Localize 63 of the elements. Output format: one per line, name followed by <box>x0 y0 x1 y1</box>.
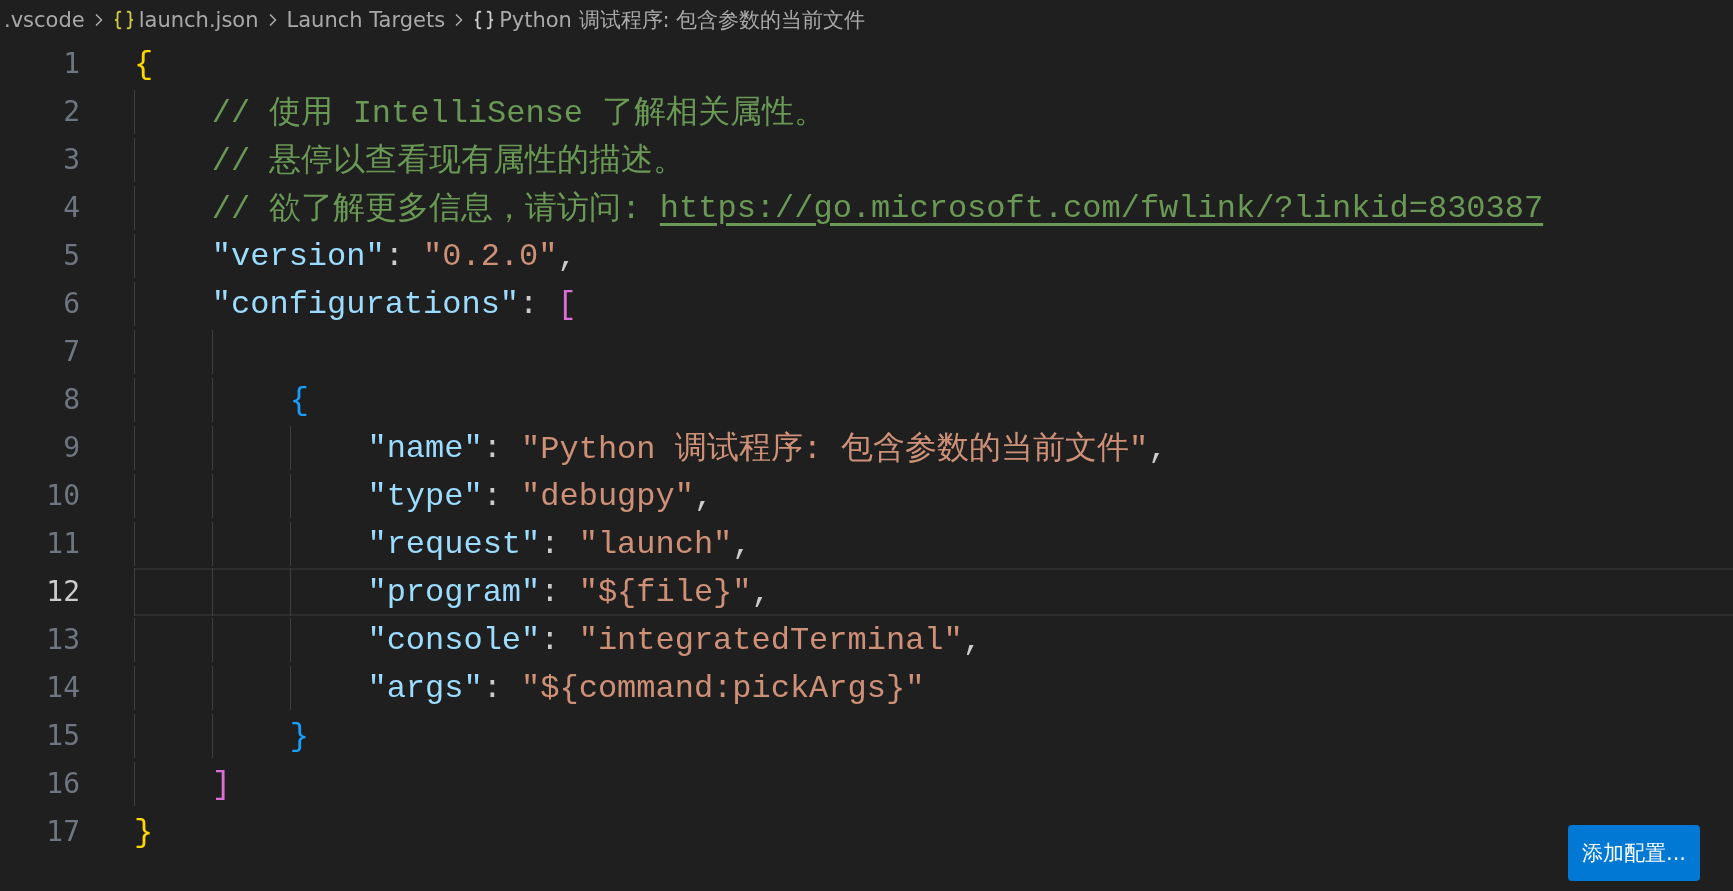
link[interactable]: https://go.microsoft.com/fwlink/?linkid=830387 <box>659 189 1544 227</box>
line-number: 13 <box>45 622 80 658</box>
bracket: ] <box>211 765 231 803</box>
json-string: "${file}" <box>578 573 752 611</box>
line-number: 7 <box>62 334 80 370</box>
json-key: "program" <box>367 573 541 611</box>
punctuation: , <box>751 573 771 611</box>
line-number: 12 <box>45 574 80 610</box>
line-number: 3 <box>62 142 80 178</box>
bracket: { <box>289 381 309 419</box>
line-number: 16 <box>45 766 80 802</box>
punctuation: : <box>482 429 503 467</box>
punctuation: , <box>1148 429 1168 467</box>
line-number: 15 <box>45 718 80 754</box>
json-key: "args" <box>367 669 483 707</box>
breadcrumb-item[interactable]: launch.json <box>138 8 259 32</box>
bracket: } <box>134 813 154 851</box>
json-string: "launch" <box>578 525 733 563</box>
json-string: "integratedTerminal" <box>578 621 963 659</box>
json-key: "console" <box>367 621 541 659</box>
line-number: 9 <box>62 430 80 466</box>
json-string: "${command:pickArgs}" <box>521 669 925 707</box>
json-key: "type" <box>367 477 483 515</box>
braces-icon <box>112 9 135 31</box>
punctuation: , <box>557 237 577 275</box>
line-number: 1 <box>62 46 80 82</box>
bracket: } <box>289 717 309 755</box>
punctuation: : <box>519 285 540 323</box>
add-configuration-button[interactable]: 添加配置... <box>1567 825 1700 881</box>
line-number: 14 <box>45 670 80 706</box>
line-number: 4 <box>62 190 80 226</box>
line-number: 17 <box>45 814 80 850</box>
line-number: 2 <box>62 94 80 130</box>
json-string: "0.2.0" <box>423 237 558 275</box>
json-key: "configurations" <box>211 285 520 323</box>
code-comment: // 悬停以查看现有属性的描述。 <box>211 142 686 182</box>
line-number: 11 <box>45 526 80 562</box>
line-number: 5 <box>62 238 80 274</box>
punctuation: : <box>384 237 405 275</box>
line-number: 8 <box>62 382 80 418</box>
line-number: 6 <box>62 286 80 322</box>
code-comment: // 使用 IntelliSense 了解相关属性。 <box>211 94 827 134</box>
punctuation: : <box>540 573 561 611</box>
json-key: "request" <box>367 525 541 563</box>
json-string: "Python 调试程序: 包含参数的当前文件" <box>521 430 1149 470</box>
json-key: "name" <box>367 429 483 467</box>
bracket: [ <box>557 285 577 323</box>
punctuation: : <box>482 669 503 707</box>
code-comment: // 欲了解更多信息，请访问: <box>211 190 642 230</box>
bracket: { <box>134 45 154 83</box>
punctuation: , <box>732 525 752 563</box>
json-key: "version" <box>211 237 385 275</box>
punctuation: : <box>482 477 503 515</box>
punctuation: : <box>540 525 561 563</box>
punctuation: : <box>540 621 561 659</box>
punctuation: , <box>962 621 982 659</box>
breadcrumb-item[interactable]: .vscode <box>4 8 85 32</box>
line-number: 10 <box>45 478 80 514</box>
breadcrumb-item[interactable]: Python 调试程序: 包含参数的当前文件 <box>499 6 866 34</box>
json-string: "debugpy" <box>521 477 694 515</box>
braces-icon <box>473 9 496 31</box>
breadcrumb-item[interactable]: Launch Targets <box>286 8 446 32</box>
punctuation: , <box>693 477 714 515</box>
